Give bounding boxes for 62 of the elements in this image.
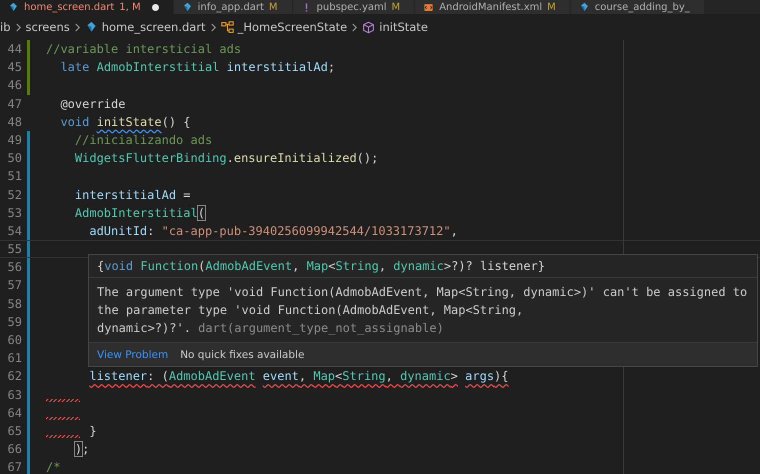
line-number: 44 xyxy=(6,41,22,58)
line-number: 63 xyxy=(6,386,22,404)
line-number: 62 xyxy=(6,368,22,386)
chevron-icon xyxy=(14,22,22,32)
code-line: void initState() { xyxy=(59,114,191,129)
code-line: late AdmobInterstitial interstitialAd; xyxy=(59,60,336,74)
breadcrumb-item[interactable]: initState xyxy=(379,20,428,34)
line-number: 57 xyxy=(6,277,22,294)
dart-icon xyxy=(578,2,590,12)
line-number: 61 xyxy=(6,350,22,368)
dart-icon xyxy=(8,2,19,12)
line-number: 52 xyxy=(6,186,22,204)
chevron-icon xyxy=(210,22,217,32)
breadcrumb-item[interactable]: ib xyxy=(0,20,10,34)
code-line: WidgetsFlutterBinding.ensureInitialized(); xyxy=(74,151,378,166)
line-number: 65 xyxy=(6,422,22,440)
cube-icon xyxy=(362,20,376,34)
code-line: } xyxy=(88,424,97,438)
line-number: 54 xyxy=(6,222,22,240)
code-line: @override xyxy=(59,96,126,111)
code-line: interstitialAd = xyxy=(74,188,191,202)
line-number: 47 xyxy=(6,96,22,113)
chevron-icon xyxy=(351,22,358,32)
editor-tab[interactable]: AndroidManifest.xml M xyxy=(415,0,571,14)
editor-tab[interactable]: pubspec.yaml M xyxy=(292,0,416,14)
line-number: 59 xyxy=(6,314,22,331)
dart-icon xyxy=(182,2,193,12)
editor-tab[interactable]: info_app.dart M xyxy=(174,0,293,14)
signature-text: {void Function(AdmobAdEvent, Map<String, dynamic>?)? listener} xyxy=(89,255,757,278)
quick-fix-note: No quick fixes available xyxy=(180,348,304,360)
line-number: 66 xyxy=(6,441,22,458)
code-line: //inicializando ads xyxy=(74,132,212,147)
line-number: 46 xyxy=(6,77,22,94)
editor-tab[interactable]: home_screen.dart 1, M xyxy=(0,0,174,14)
line-number: 55 xyxy=(6,241,22,258)
code-line: //variable intersticial ads xyxy=(46,42,242,56)
line-number: 45 xyxy=(6,59,22,76)
line-number: 48 xyxy=(6,114,22,131)
line-number: 64 xyxy=(6,404,22,422)
breadcrumb-item[interactable]: screens xyxy=(26,20,70,34)
line-number: 51 xyxy=(6,168,22,186)
code-line: AdmobInterstitial( xyxy=(74,206,205,220)
line-number: 49 xyxy=(6,132,22,149)
line-number: 58 xyxy=(6,296,22,313)
view-problem-link[interactable]: View Problem xyxy=(97,348,168,360)
xml-icon xyxy=(423,2,434,12)
line-number: 53 xyxy=(6,204,22,222)
line-number: 56 xyxy=(6,259,22,276)
line-number: 60 xyxy=(6,332,22,349)
breadcrumb-item[interactable]: home_screen.dart xyxy=(102,20,206,34)
code-line: listener: (AdmobAdEvent event, Map<String, dynamic> args){ xyxy=(88,369,508,384)
code-line: adUnitId: "ca-app-pub-3940256099942544/1033173712", xyxy=(88,224,458,238)
editor-tab[interactable]: course_adding_by_ xyxy=(570,0,705,14)
class-icon xyxy=(220,20,234,34)
line-number: 50 xyxy=(6,150,22,168)
dart-icon xyxy=(84,20,98,34)
code-line: ); xyxy=(74,442,90,456)
line-number: 67 xyxy=(6,459,22,474)
code-line: /* xyxy=(46,460,60,474)
error-message: The argument type 'void Function(AdmobAdEvent, Map<String, dynamic>)' can't be assigned to the parameter type 'void Function(AdmobAdEvent, Map<String, dynamic>?)?'. dart(argument_type_not_assignable) xyxy=(97,284,748,337)
breadcrumb-item[interactable]: _HomeScreenState xyxy=(238,20,348,34)
chevron-icon xyxy=(74,22,81,32)
